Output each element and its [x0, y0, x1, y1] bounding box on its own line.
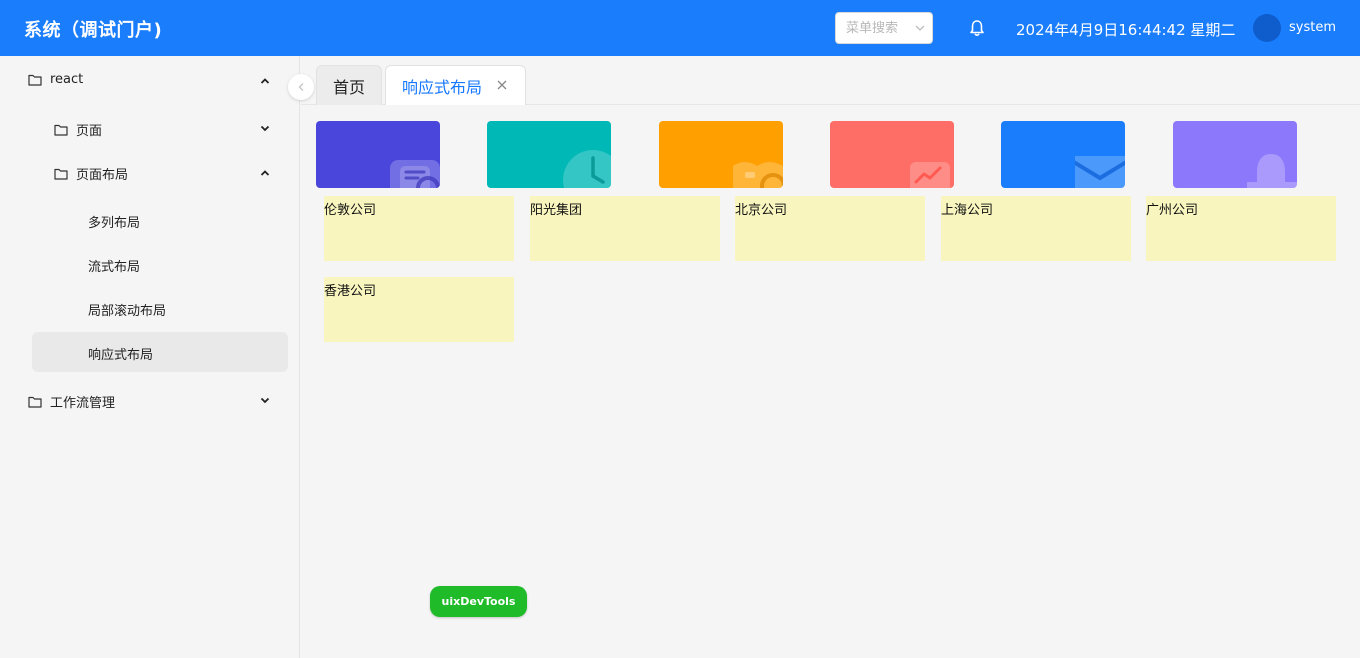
chevron-down-icon[interactable] [260, 123, 270, 133]
tab-label: 响应式布局 [402, 77, 483, 97]
tab-home[interactable]: 首页 [316, 65, 382, 105]
company-box: 上海公司 [941, 196, 1131, 261]
sidebar-item-workflow[interactable]: 工作流管理 [28, 392, 115, 411]
folder-icon [54, 124, 68, 136]
menu-search-select[interactable] [835, 12, 933, 44]
stat-card[interactable] [830, 121, 954, 188]
mail-icon [1075, 156, 1125, 188]
tab-label: 首页 [332, 77, 365, 97]
clock-icon [563, 150, 611, 188]
clock-document-icon [390, 160, 440, 188]
sidebar-item-scroll-layout[interactable]: 局部滚动布局 [88, 300, 166, 319]
sidebar-active-highlight [32, 332, 288, 372]
chevron-down-icon [915, 25, 925, 31]
sidebar-item-label: 流式布局 [88, 260, 141, 275]
sidebar-item-label: 响应式布局 [88, 348, 154, 363]
stat-card[interactable] [1173, 121, 1297, 188]
book-icon [733, 162, 783, 188]
sidebar-item-label: 页面 [76, 124, 103, 139]
company-box: 北京公司 [735, 196, 925, 261]
sidebar: react 页面 页面布局 多列布局 流式布局 局部滚动布局 响应式布局 工作流… [0, 56, 300, 658]
chart-icon [910, 162, 950, 188]
sidebar-item-label: 页面布局 [76, 168, 129, 183]
stat-card[interactable] [1001, 121, 1125, 188]
stat-card[interactable] [487, 121, 611, 188]
sidebar-item-multi-column[interactable]: 多列布局 [88, 212, 140, 231]
current-datetime: 2024年4月9日16:44:42 星期二 [1016, 21, 1236, 39]
sidebar-item-page-layout[interactable]: 页面布局 [54, 164, 128, 183]
sidebar-item-pages[interactable]: 页面 [54, 120, 102, 139]
username[interactable]: system [1289, 20, 1336, 35]
menu-search-input[interactable] [836, 13, 916, 43]
sidebar-item-label: 工作流管理 [50, 396, 116, 411]
sidebar-item-flow-layout[interactable]: 流式布局 [88, 256, 140, 275]
folder-icon [28, 396, 42, 408]
devtools-button[interactable]: uixDevTools [430, 586, 527, 617]
company-box: 广州公司 [1146, 196, 1336, 261]
app-title: 系统（调试门户) [24, 20, 163, 41]
chevron-up-icon[interactable] [260, 168, 270, 178]
stat-card[interactable] [659, 121, 783, 188]
sidebar-item-label: 局部滚动布局 [88, 304, 167, 319]
stat-card[interactable] [316, 121, 440, 188]
close-icon[interactable] [497, 80, 507, 90]
folder-icon [54, 168, 68, 180]
tab-responsive-layout[interactable]: 响应式布局 [385, 65, 526, 105]
bell-icon[interactable] [969, 19, 985, 37]
bell-icon [1247, 154, 1297, 188]
folder-icon [28, 74, 42, 86]
sidebar-item-react[interactable]: react [28, 72, 83, 87]
sidebar-item-label: 多列布局 [88, 216, 141, 231]
company-box: 伦敦公司 [324, 196, 514, 261]
chevron-up-icon[interactable] [260, 76, 270, 86]
tab-bar: 首页 响应式布局 [301, 56, 1360, 105]
chevron-down-icon[interactable] [260, 395, 270, 405]
company-box: 阳光集团 [530, 196, 720, 261]
sidebar-item-label: react [50, 72, 84, 87]
user-avatar[interactable] [1253, 14, 1281, 42]
sidebar-item-responsive-layout[interactable]: 响应式布局 [88, 344, 153, 363]
top-header: 系统（调试门户) 2024年4月9日16:44:42 星期二 system [0, 0, 1360, 56]
company-box: 香港公司 [324, 277, 514, 342]
